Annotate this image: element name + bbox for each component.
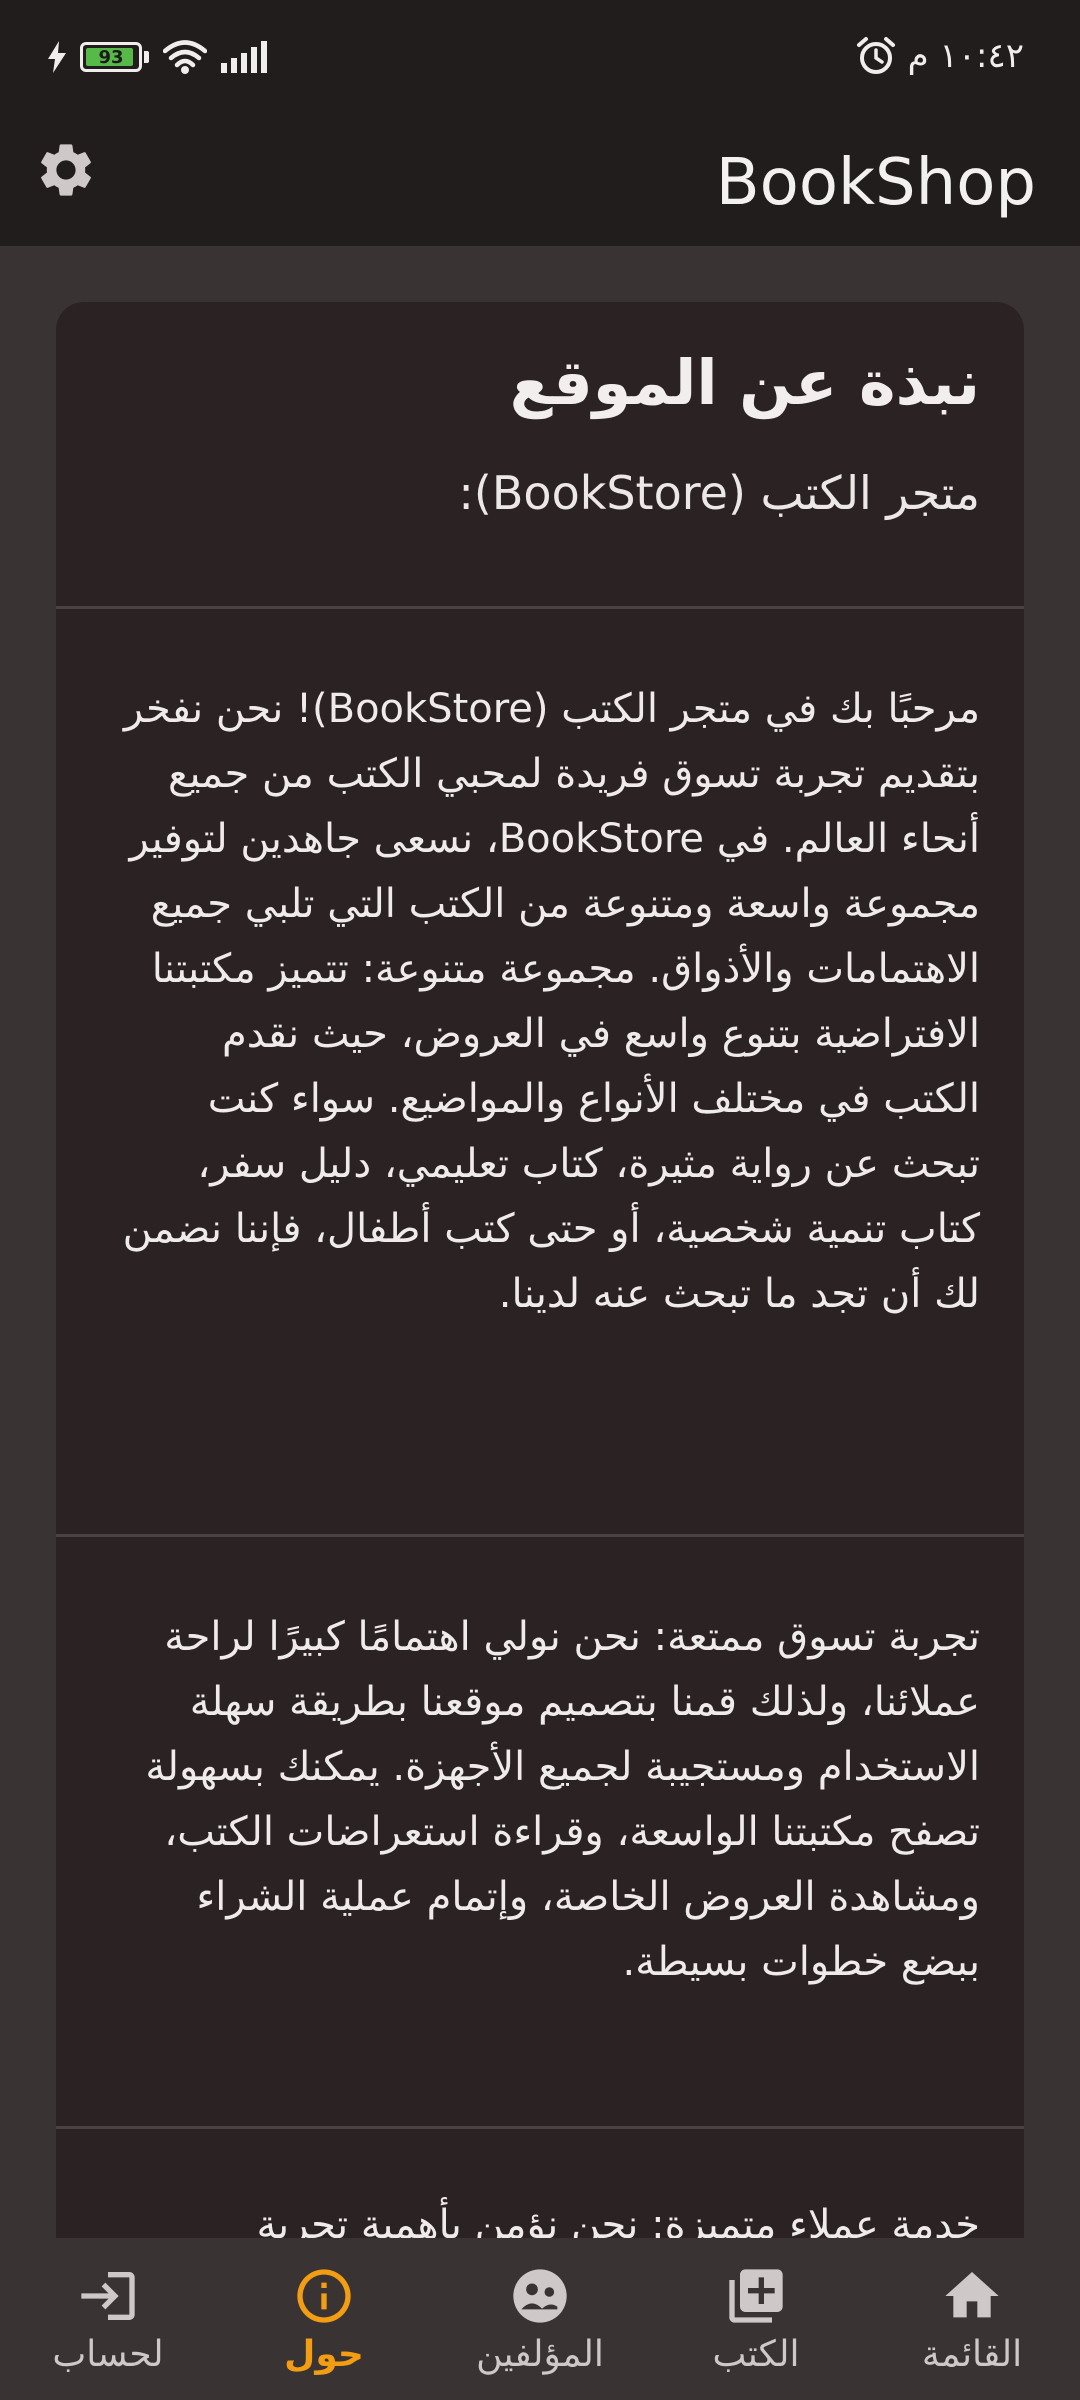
library-add-icon <box>729 2269 783 2323</box>
app-bar: BookShop <box>0 122 1080 246</box>
nav-item-account[interactable]: لحساب <box>0 2238 216 2400</box>
status-time: ١٠:٤٢ م <box>907 36 1024 76</box>
status-bar: 93 ١٠:٤٢ م <box>0 0 1080 122</box>
charging-bolt-icon <box>48 41 66 73</box>
card-subtitle: متجر الكتب (BookStore): <box>458 466 980 520</box>
gear-icon <box>41 144 91 196</box>
nav-item-books[interactable]: الكتب <box>648 2238 864 2400</box>
info-icon <box>297 2269 351 2323</box>
section-text: تجربة تسوق ممتعة: نحن نولي اهتمامًا كبير… <box>145 1614 980 1985</box>
section-text: مرحبًا بك في متجر الكتب (BookStore)! نحن… <box>122 686 980 1317</box>
home-icon <box>945 2272 999 2318</box>
wifi-icon <box>163 40 207 74</box>
login-icon <box>81 2272 135 2320</box>
nav-label-about: حول <box>284 2334 364 2375</box>
settings-button[interactable] <box>34 138 98 202</box>
signal-icon <box>221 41 267 73</box>
bottom-navigation: لحساب حول المؤلفين الكتب القائمة <box>0 2238 1080 2400</box>
nav-label-authors: المؤلفين <box>476 2334 604 2375</box>
battery-nub <box>144 51 149 63</box>
nav-label-account: لحساب <box>52 2334 164 2375</box>
about-section-shopping: تجربة تسوق ممتعة: نحن نولي اهتمامًا كبير… <box>56 1537 1024 2129</box>
card-header: نبذة عن الموقع متجر الكتب (BookStore): <box>56 302 1024 609</box>
alarm-icon <box>856 37 895 74</box>
nav-item-about[interactable]: حول <box>216 2238 432 2400</box>
battery-icon: 93 <box>80 42 142 72</box>
card-title: نبذة عن الموقع <box>509 346 980 419</box>
nav-item-authors[interactable]: المؤلفين <box>432 2238 648 2400</box>
battery-level-text: 93 <box>98 46 124 68</box>
nav-label-books: الكتب <box>712 2334 800 2375</box>
authors-icon <box>513 2269 567 2323</box>
nav-item-home[interactable]: القائمة <box>864 2238 1080 2400</box>
about-card: نبذة عن الموقع متجر الكتب (BookStore): م… <box>56 302 1024 2262</box>
app-title: BookShop <box>715 146 1036 220</box>
status-left-group: 93 <box>48 40 273 74</box>
about-section-intro: مرحبًا بك في متجر الكتب (BookStore)! نحن… <box>56 609 1024 1537</box>
nav-label-home: القائمة <box>921 2334 1023 2375</box>
status-right-group: ١٠:٤٢ م <box>856 36 1024 76</box>
